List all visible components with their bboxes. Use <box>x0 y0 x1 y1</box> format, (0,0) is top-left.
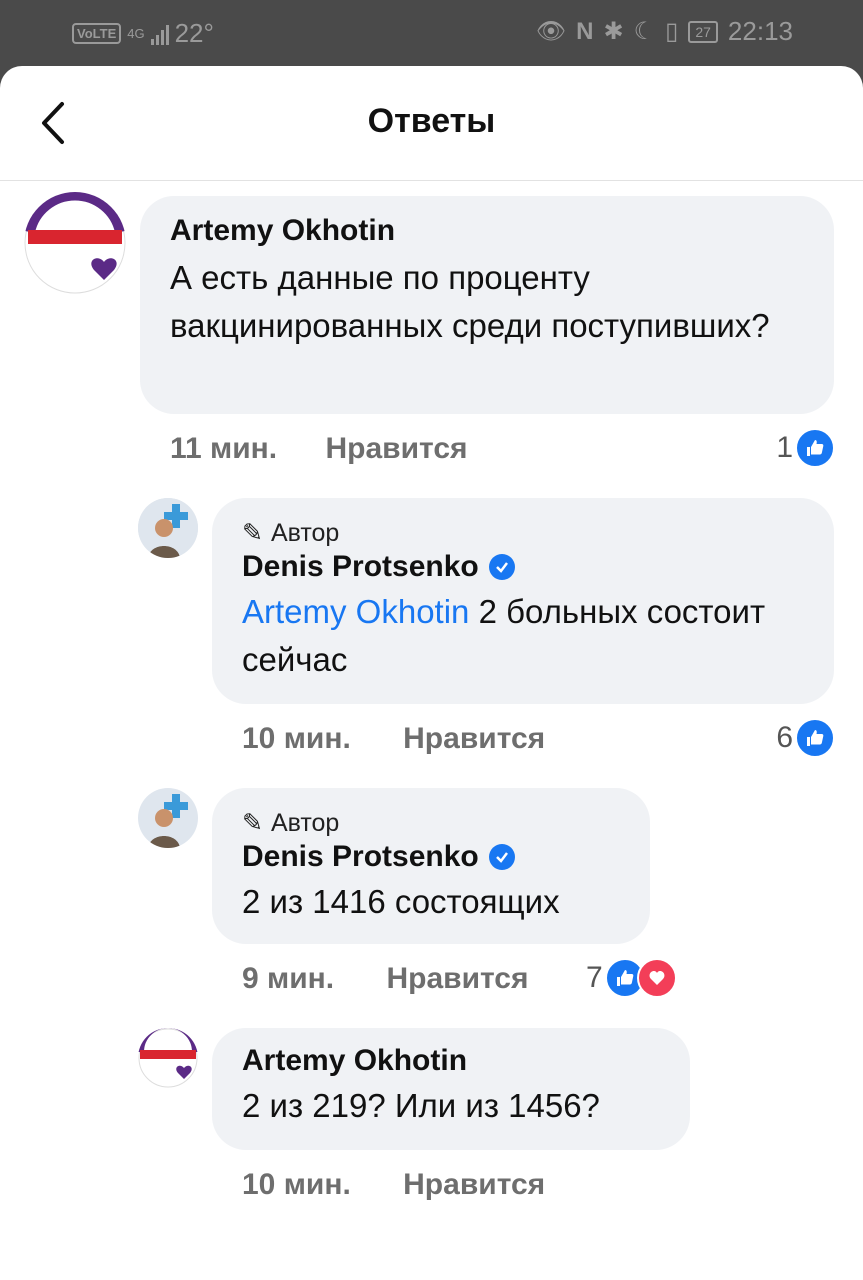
author-badge: ✎ Автор <box>242 518 804 548</box>
profile-photo-icon <box>138 788 198 848</box>
like-reaction-icon <box>795 428 835 468</box>
comment-text: 2 из 1416 состоящих <box>242 883 560 920</box>
header: Ответы <box>0 66 863 181</box>
reaction-summary[interactable]: 6 <box>776 718 835 758</box>
comment-author-row: Denis Protsenko <box>242 840 620 874</box>
avatar[interactable] <box>138 1028 198 1088</box>
comment-time[interactable]: 11 мин. <box>170 432 277 465</box>
vibrate-icon: ▯ <box>665 18 679 45</box>
like-button[interactable]: Нравится <box>386 962 528 995</box>
status-bar: VoLTE 4G 22° 👁 N ✱ ☾ ▯ 27 22:13 <box>0 0 863 66</box>
comment-bubble[interactable]: Artemy Okhotin 2 из 219? Или из 1456? <box>212 1028 690 1150</box>
volte-indicator: VoLTE <box>72 23 122 44</box>
comment-time[interactable]: 10 мин. <box>242 722 351 755</box>
do-not-disturb-icon: ☾ <box>633 18 656 45</box>
page-title: Ответы <box>367 102 496 140</box>
clock: 22:13 <box>727 16 793 46</box>
like-button[interactable]: Нравится <box>403 722 545 755</box>
nfc-icon: N <box>576 17 594 45</box>
battery-level: 27 <box>688 20 718 43</box>
comment-meta: 11 мин. Нравится <box>170 432 468 466</box>
like-reaction-icon <box>795 718 835 758</box>
mention-link[interactable]: Artemy Okhotin <box>242 593 469 630</box>
eye-comfort-icon: 👁 <box>535 18 567 45</box>
comment-time[interactable]: 10 мин. <box>242 1168 351 1201</box>
temperature: 22° <box>174 18 214 48</box>
love-reaction-icon <box>636 958 677 998</box>
comment-text: 2 из 219? Или из 1456? <box>242 1087 600 1124</box>
reaction-count: 7 <box>586 961 603 994</box>
reaction-summary[interactable]: 1 <box>776 428 835 468</box>
comment-bubble[interactable]: Artemy Okhotin А есть данные по проценту… <box>140 196 834 414</box>
comment-meta: 10 мин. Нравится <box>242 722 545 756</box>
comment-bubble[interactable]: ✎ Автор Denis Protsenko 2 из 1416 состоя… <box>212 788 650 944</box>
replies-sheet: Ответы Artemy Okhotin А есть данные по п… <box>0 66 863 1280</box>
signal-icon <box>150 23 169 45</box>
comment-meta: 10 мин. Нравится <box>242 1168 545 1202</box>
bluetooth-icon: ✱ <box>603 18 624 45</box>
avatar[interactable] <box>138 498 198 558</box>
comment-text: Artemy Okhotin 2 больных состоит сейчас <box>242 588 802 684</box>
comment-bubble[interactable]: ✎ Автор Denis Protsenko Artemy Okhotin 2… <box>212 498 834 704</box>
author-badge: ✎ Автор <box>242 808 620 838</box>
comment-author[interactable]: Denis Protsenko <box>242 840 479 874</box>
avatar[interactable] <box>24 192 126 294</box>
comment-meta: 9 мин. Нравится <box>242 962 529 996</box>
verified-badge-icon <box>488 554 515 580</box>
pencil-icon: ✎ <box>242 519 263 547</box>
reaction-count: 6 <box>776 721 793 754</box>
profile-photo-icon <box>138 498 198 558</box>
verified-badge-icon <box>488 844 515 870</box>
comment-author[interactable]: Artemy Okhotin <box>170 214 804 248</box>
reaction-summary[interactable]: 7 <box>586 958 677 998</box>
comment-author-row: Denis Protsenko <box>242 550 804 584</box>
author-badge-label: Автор <box>270 808 340 837</box>
network-type: 4G <box>127 25 145 41</box>
author-badge-label: Автор <box>270 518 340 547</box>
like-button[interactable]: Нравится <box>325 432 467 465</box>
vaccine-badge-avatar <box>138 1028 198 1088</box>
reaction-count: 1 <box>776 431 793 464</box>
comment-time[interactable]: 9 мин. <box>242 962 334 995</box>
comment-author[interactable]: Artemy Okhotin <box>242 1044 660 1078</box>
comment-text: А есть данные по проценту вакцинированны… <box>170 259 770 344</box>
avatar[interactable] <box>138 788 198 848</box>
vaccine-badge-avatar <box>24 192 126 294</box>
comment-author[interactable]: Denis Protsenko <box>242 550 479 584</box>
like-button[interactable]: Нравится <box>403 1168 545 1201</box>
pencil-icon: ✎ <box>242 809 263 837</box>
